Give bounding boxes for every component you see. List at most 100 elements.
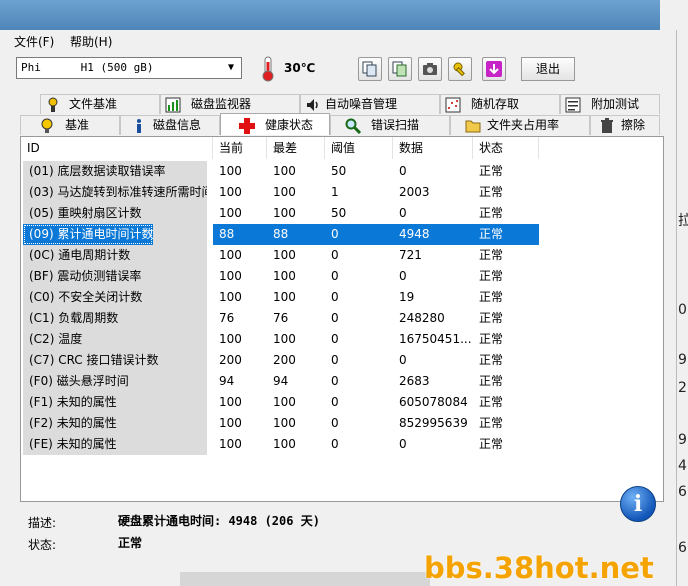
- smart-attributes-table: ID 当前 最差 阈值 数据 状态 (01) 底层数据读取错误率 100 100 50…: [20, 136, 664, 502]
- cell-threshold: 0: [331, 395, 339, 409]
- drive-select[interactable]: Phi H1 (500 gB) ▼: [16, 57, 242, 79]
- tab-random-access[interactable]: 随机存取: [440, 94, 560, 114]
- column-header-status[interactable]: 状态: [473, 137, 539, 159]
- cell-current: 100: [219, 164, 242, 178]
- cell-threshold: 0: [331, 374, 339, 388]
- tab-folder-usage[interactable]: 文件夹占用率: [450, 115, 590, 135]
- cell-data: 0: [399, 437, 407, 451]
- copy-icon: [362, 61, 377, 77]
- column-header-threshold[interactable]: 阈值: [325, 137, 393, 159]
- table-row[interactable]: (01) 底层数据读取错误率 100 100 50 0 正常: [21, 161, 561, 182]
- cell-data: 248280: [399, 311, 445, 325]
- cell-data: 4948: [393, 224, 473, 245]
- tab-erase[interactable]: 擦除: [590, 115, 660, 135]
- table-row[interactable]: (F1) 未知的属性 100 100 0 605078084 正常: [21, 392, 561, 413]
- cell-worst: 100: [273, 290, 296, 304]
- cell-threshold: 50: [331, 206, 347, 220]
- cell-status: 正常: [479, 185, 504, 199]
- cell-status: 正常: [479, 437, 504, 451]
- cell-threshold: 0: [331, 353, 339, 367]
- column-header-current[interactable]: 当前: [213, 137, 267, 159]
- cell-current: 76: [219, 311, 235, 325]
- speaker-icon: [307, 99, 318, 111]
- cell-status: 正常: [479, 395, 504, 409]
- table-row[interactable]: (C7) CRC 接口错误计数 200 200 0 0 正常: [21, 350, 561, 371]
- cell-data: 0: [399, 164, 407, 178]
- cell-worst: 100: [273, 269, 296, 283]
- cell-threshold: 0: [331, 311, 339, 325]
- table-row[interactable]: (09) 累计通电时间计数 88 88 0 4948 正常: [21, 224, 561, 245]
- cell-data: 0: [399, 353, 407, 367]
- copy-all-button[interactable]: [388, 57, 412, 81]
- table-row[interactable]: (C1) 负载周期数 76 76 0 248280 正常: [21, 308, 561, 329]
- cell-status: 正常: [479, 353, 504, 367]
- save-button[interactable]: [482, 57, 506, 81]
- table-row[interactable]: (BF) 震动侦测错误率 100 100 0 0 正常: [21, 266, 561, 287]
- cell-status: 正常: [479, 416, 504, 430]
- cell-current: 100: [219, 185, 242, 199]
- desktop-top: [0, 0, 688, 30]
- tab-disk-monitor[interactable]: 磁盘监视器: [160, 94, 300, 114]
- info-icon[interactable]: i: [620, 486, 656, 522]
- tab-aam[interactable]: 自动噪音管理: [300, 94, 440, 114]
- cell-current: 100: [219, 437, 242, 451]
- download-arrow-icon: [486, 61, 502, 77]
- cell-id: (F2) 未知的属性: [23, 413, 207, 434]
- column-header-worst[interactable]: 最差: [267, 137, 325, 159]
- bg-text: 0: [678, 302, 687, 318]
- cell-worst: 88: [267, 224, 325, 245]
- copy-all-icon: [392, 61, 407, 77]
- screenshot-button[interactable]: [418, 57, 442, 81]
- cell-data: 2683: [399, 374, 430, 388]
- cell-status: 正常: [479, 269, 504, 283]
- table-row[interactable]: (FE) 未知的属性 100 100 0 0 正常: [21, 434, 561, 455]
- table-row[interactable]: (0C) 通电周期计数 100 100 0 721 正常: [21, 245, 561, 266]
- cell-current: 100: [219, 269, 242, 283]
- menu-bar: 文件(F) 帮助(H): [0, 30, 676, 52]
- table-row[interactable]: (C0) 不安全关闭计数 100 100 0 19 正常: [21, 287, 561, 308]
- bg-text: 4: [678, 458, 687, 474]
- chevron-down-icon[interactable]: ▼: [223, 60, 239, 76]
- bg-text: 9: [678, 432, 687, 448]
- bar-chart-icon: [165, 97, 181, 113]
- menu-help[interactable]: 帮助(H): [70, 33, 112, 50]
- cell-id: (C0) 不安全关闭计数: [23, 287, 207, 308]
- table-row[interactable]: (F2) 未知的属性 100 100 0 852995639 正常: [21, 413, 561, 434]
- options-button[interactable]: [448, 57, 472, 81]
- menu-file[interactable]: 文件(F): [14, 33, 54, 50]
- status-label: 状态:: [28, 538, 57, 552]
- table-row[interactable]: (05) 重映射扇区计数 100 100 50 0 正常: [21, 203, 561, 224]
- cell-worst: 100: [273, 416, 296, 430]
- cell-spacer: [153, 224, 207, 245]
- cell-status: 正常: [479, 248, 504, 262]
- cell-data: 2003: [399, 185, 430, 199]
- cell-id: (0C) 通电周期计数: [23, 245, 207, 266]
- table-row[interactable]: (F0) 磁头悬浮时间 94 94 0 2683 正常: [21, 371, 561, 392]
- tab-disk-info[interactable]: 磁盘信息: [120, 115, 220, 135]
- temperature-readout: 30℃: [284, 61, 316, 75]
- tab-file-benchmark[interactable]: 文件基准: [40, 94, 160, 114]
- cell-worst: 100: [273, 248, 296, 262]
- bg-text: 6: [678, 484, 687, 500]
- description-label: 描述:: [28, 516, 57, 530]
- cell-worst: 76: [273, 311, 289, 325]
- cell-id: (BF) 震动侦测错误率: [23, 266, 207, 287]
- copy-info-button[interactable]: [358, 57, 382, 81]
- column-header-data[interactable]: 数据: [393, 137, 473, 159]
- trash-icon: [601, 118, 613, 133]
- camera-icon: [423, 63, 437, 75]
- table-row[interactable]: (C2) 温度 100 100 0 16750451... 正常: [21, 329, 561, 350]
- tab-error-scan[interactable]: 错误扫描: [330, 115, 450, 135]
- cell-current: 100: [219, 248, 242, 262]
- tab-benchmark[interactable]: 基准: [20, 115, 120, 135]
- cell-id: (09) 累计通电时间计数: [23, 224, 153, 245]
- table-header: ID 当前 最差 阈值 数据 状态: [21, 137, 561, 159]
- column-header-id[interactable]: ID: [21, 137, 213, 159]
- cell-id: (F1) 未知的属性: [23, 392, 207, 413]
- cell-current: 88: [213, 224, 267, 245]
- exit-button[interactable]: 退出: [521, 57, 575, 81]
- tab-extra-tests[interactable]: 附加测试: [560, 94, 660, 114]
- table-row[interactable]: (03) 马达旋转到标准转速所需时间 100 100 1 2003 正常: [21, 182, 561, 203]
- cell-threshold: 1: [331, 185, 339, 199]
- tab-health[interactable]: 健康状态: [220, 113, 330, 135]
